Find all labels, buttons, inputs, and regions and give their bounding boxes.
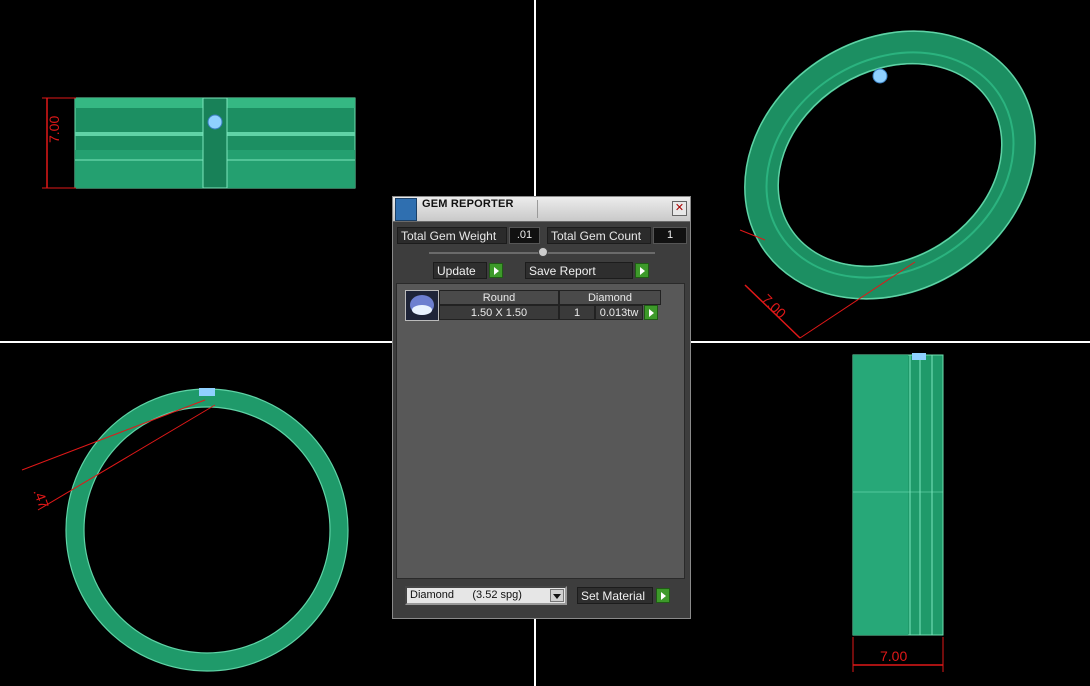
gem-row-go-icon[interactable]: [644, 305, 658, 320]
set-material-button[interactable]: Set Material: [577, 587, 653, 604]
front-dimension-label: 7.00: [46, 116, 62, 143]
total-gem-count-label: Total Gem Count: [547, 227, 651, 244]
gem-material-cell: Diamond: [559, 290, 661, 305]
save-report-go-icon[interactable]: [635, 263, 649, 278]
gem-shape-cell: Round: [439, 290, 559, 305]
save-report-button-label: Save Report: [529, 264, 596, 278]
top-view-dimension: .47: [21, 399, 216, 511]
gem-list[interactable]: Round Diamond 1.50 X 1.50 1 0.013tw: [396, 283, 685, 579]
material-select-value: Diamond (3.52 spg): [410, 589, 522, 601]
round-gem-thumbnail-icon[interactable]: [405, 290, 439, 321]
material-select[interactable]: Diamond (3.52 spg): [405, 586, 567, 605]
gem-reporter-panel: GEM REPORTER ✕ Total Gem Weight .01 Tota…: [392, 196, 691, 619]
perspective-dimension-label: 7.00: [759, 291, 790, 322]
side-view-ring[interactable]: [852, 353, 944, 636]
titlebar-divider: [537, 200, 538, 218]
update-button-label: Update: [437, 264, 476, 278]
total-gem-weight-value: .01: [509, 227, 540, 244]
top-view-ring[interactable]: [65, 388, 349, 672]
side-dimension-label: 7.00: [880, 648, 907, 664]
perspective-view-ring[interactable]: [694, 0, 1085, 352]
set-material-go-icon[interactable]: [656, 588, 670, 603]
gem-weight-cell: 0.013tw: [595, 305, 643, 320]
update-go-icon[interactable]: [489, 263, 503, 278]
total-gem-count-value: 1: [653, 227, 687, 244]
set-material-button-label: Set Material: [581, 589, 646, 603]
top-dimension-label: .47: [30, 487, 52, 511]
update-button[interactable]: Update: [433, 262, 487, 279]
front-view-dimension: 7.00: [42, 97, 76, 189]
side-view-dimension: 7.00: [852, 637, 944, 672]
front-view-ring[interactable]: [74, 97, 356, 189]
close-icon[interactable]: ✕: [672, 201, 687, 216]
gem-reporter-title: GEM REPORTER: [422, 198, 514, 210]
save-report-button[interactable]: Save Report: [525, 262, 633, 279]
panel-slider-knob[interactable]: [538, 247, 548, 257]
gem-reporter-titlebar[interactable]: GEM REPORTER ✕: [393, 197, 690, 222]
chevron-down-icon[interactable]: [550, 589, 564, 602]
gem-reporter-app-icon: [395, 198, 417, 221]
gem-count-cell: 1: [559, 305, 595, 320]
gem-size-cell: 1.50 X 1.50: [439, 305, 559, 320]
total-gem-weight-label: Total Gem Weight: [397, 227, 507, 244]
